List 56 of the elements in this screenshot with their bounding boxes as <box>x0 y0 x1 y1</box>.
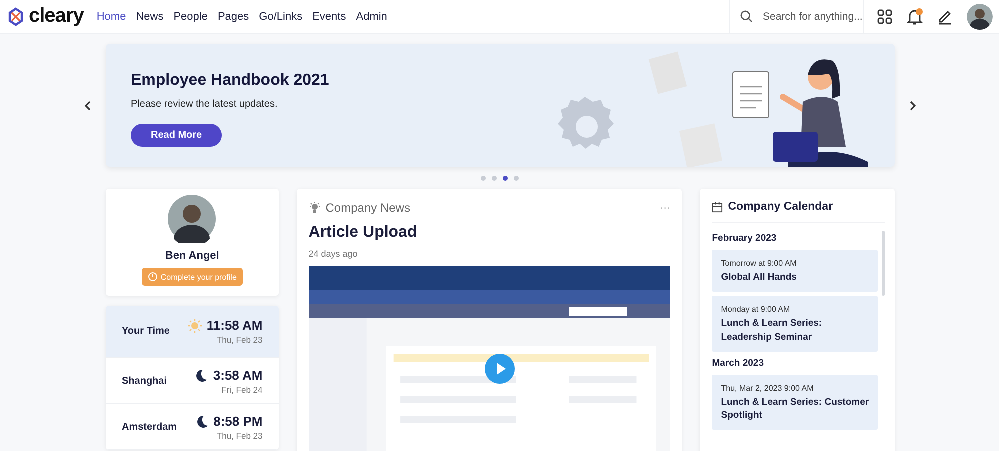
carousel-dot[interactable] <box>480 176 486 181</box>
time-value: 11:58 AM <box>206 318 263 333</box>
calendar-icon <box>712 202 724 212</box>
calendar-event[interactable]: Thu, Mar 2, 2023 9:00 AM Lunch & Learn Series: Customer Spotlight <box>712 374 878 430</box>
article-title[interactable]: Article Upload <box>308 224 670 242</box>
nav-link[interactable]: Pages <box>218 10 250 22</box>
time-value: 3:58 AM <box>213 368 263 383</box>
banner-subtitle: Please review the latest updates. <box>131 99 278 110</box>
search-field[interactable]: Search for anything... <box>761 10 865 24</box>
time-date: Thu, Feb 23 <box>216 431 263 441</box>
notifications-icon[interactable] <box>906 8 924 26</box>
event-title: Lunch & Learn Series: Customer Spotlight <box>721 396 870 422</box>
profile-name: Ben Angel <box>165 250 220 262</box>
nav-link[interactable]: People <box>174 10 208 22</box>
month-heading: March 2023 <box>712 358 766 369</box>
nav-link[interactable]: Admin <box>356 10 388 22</box>
nav-link[interactable]: Home <box>96 10 126 22</box>
nav-link[interactable]: News <box>136 10 164 22</box>
banner-title: Employee Handbook 2021 <box>131 72 330 90</box>
event-title: Global All Hands <box>721 271 798 284</box>
carousel-dot[interactable] <box>514 176 518 181</box>
info-icon <box>148 272 158 282</box>
time-label: Your Time <box>122 326 170 337</box>
event-time: Thu, Mar 2, 2023 9:00 AM <box>721 384 815 393</box>
event-time: Tomorrow at 9:00 AM <box>721 259 798 268</box>
calendar-title: Company Calendar <box>728 201 834 213</box>
search-icon <box>740 10 753 23</box>
moon-icon <box>194 368 208 382</box>
read-more-button[interactable]: Read More <box>131 124 222 147</box>
edit-icon[interactable] <box>937 8 953 24</box>
time-label: Shanghai <box>122 376 168 387</box>
play-button[interactable] <box>484 354 515 384</box>
logo-icon <box>6 6 26 26</box>
scrollbar-thumb[interactable] <box>882 231 886 296</box>
time-value: 8:58 PM <box>214 414 263 429</box>
avatar-icon <box>168 195 216 243</box>
event-title: Lunch & Learn Series: Leadership Seminar <box>721 317 824 344</box>
time-label: Amsterdam <box>122 422 178 433</box>
article-age: 24 days ago <box>308 249 359 259</box>
sun-icon <box>188 318 202 332</box>
carousel-dot[interactable] <box>502 176 508 181</box>
nav-link[interactable]: Go/Links <box>259 10 303 22</box>
month-heading: February 2023 <box>712 233 778 244</box>
avatar-icon[interactable] <box>967 4 993 30</box>
calendar-event[interactable]: Monday at 9:00 AM Lunch & Learn Series: Leadership Seminar <box>712 296 878 352</box>
section-title: Company News <box>326 201 410 215</box>
bulb-icon <box>308 202 321 214</box>
apps-grid-icon[interactable] <box>877 8 893 24</box>
time-date: Fri, Feb 24 <box>222 385 263 395</box>
moon-icon <box>194 414 209 428</box>
nav-link[interactable]: Events <box>312 10 346 22</box>
carousel-dot[interactable] <box>492 176 496 181</box>
logo-text[interactable]: cleary <box>29 5 84 28</box>
event-time: Monday at 9:00 AM <box>721 305 792 314</box>
calendar-event[interactable]: Tomorrow at 9:00 AM Global All Hands <box>712 250 878 292</box>
time-date: Thu, Feb 23 <box>216 335 263 345</box>
